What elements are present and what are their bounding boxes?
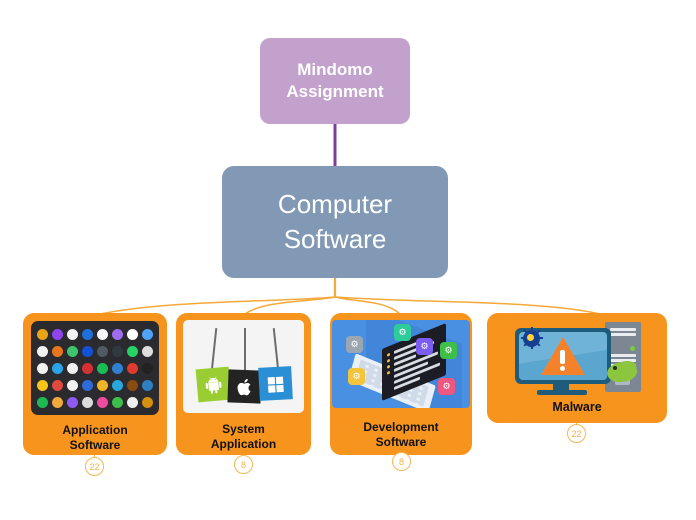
app-icon-dot — [111, 345, 123, 357]
app-icon-dot — [52, 328, 64, 340]
worm-eye — [613, 366, 617, 370]
app-icon-dot — [67, 362, 79, 374]
connector-to-system-application — [244, 296, 336, 315]
root-title-line-2: Assignment — [286, 82, 384, 101]
hanging-string — [244, 328, 246, 374]
android-logo-tile — [195, 366, 232, 403]
app-icon-dot — [141, 379, 153, 391]
app-icon-dot — [111, 379, 123, 391]
child-label-line-1: Development — [363, 420, 439, 434]
app-icon-dot — [126, 328, 138, 340]
connector-to-application-software — [99, 296, 336, 315]
app-icon-grid-image — [31, 321, 159, 415]
child-node-malware[interactable]: Malware — [487, 313, 667, 423]
app-icon-dot — [82, 379, 94, 391]
child-node-application-software[interactable]: Application Software — [23, 313, 167, 455]
app-icon-dot — [52, 345, 64, 357]
child-label-line-1: Application — [62, 423, 128, 437]
central-title-line-2: Software — [283, 224, 387, 254]
child-label-line-2: Application — [210, 437, 277, 452]
badge-malware[interactable]: 22 — [567, 424, 586, 443]
root-title-line-1: Mindomo — [297, 59, 373, 79]
windows-icon — [267, 376, 284, 393]
app-icon-dot — [126, 362, 138, 374]
laptop-code-image: ⚙ ⚙ ⚙ ⚙ ⚙ ⚙ — [332, 320, 470, 408]
app-icon-dot — [126, 396, 138, 408]
app-icon-dot — [111, 362, 123, 374]
child-label-application-software: Application Software — [23, 423, 167, 453]
app-icon-dot — [37, 362, 49, 374]
child-label-line-2: Software — [375, 435, 427, 450]
app-icon-grid — [36, 326, 154, 410]
app-icon-dot — [82, 396, 94, 408]
app-icon-dot — [37, 345, 49, 357]
app-icon-dot — [111, 396, 123, 408]
os-logo-tiles-image — [183, 320, 304, 413]
hanging-string — [210, 328, 218, 372]
app-icon-dot — [37, 379, 49, 391]
child-node-system-application[interactable]: System Application — [176, 313, 311, 455]
android-icon — [205, 376, 222, 394]
app-icon-dot — [52, 362, 64, 374]
app-icon-dot — [96, 396, 108, 408]
app-icon-dot — [52, 379, 64, 391]
gear-tile-icon: ⚙ — [348, 368, 365, 385]
gear-tile-icon: ⚙ — [416, 338, 433, 355]
central-title-line-1: Computer — [277, 189, 393, 220]
app-icon-dot — [82, 362, 94, 374]
app-icon-dot — [96, 328, 108, 340]
hanging-string — [272, 328, 280, 371]
app-icon-dot — [82, 328, 94, 340]
app-icon-dot — [37, 328, 49, 340]
child-label-development-software: Development Software — [330, 420, 472, 450]
app-icon-dot — [141, 396, 153, 408]
mindmap-canvas: Mindomo Assignment Computer Software App… — [0, 0, 696, 520]
connector-to-development-software — [334, 296, 401, 315]
warning-exclamation-dot — [560, 366, 565, 371]
child-label-system-application: System Application — [176, 422, 311, 452]
root-node[interactable]: Mindomo Assignment — [260, 38, 410, 124]
child-label-line-1: Malware — [552, 400, 602, 414]
app-icon-dot — [96, 379, 108, 391]
warning-exclamation — [560, 350, 565, 364]
app-icon-dot — [96, 362, 108, 374]
child-label-malware: Malware — [487, 400, 667, 416]
tower-power-led — [630, 346, 635, 351]
app-icon-dot — [67, 379, 79, 391]
app-icon-dot — [126, 345, 138, 357]
app-icon-dot — [96, 345, 108, 357]
app-icon-dot — [141, 328, 153, 340]
app-icon-dot — [126, 379, 138, 391]
app-icon-dot — [141, 345, 153, 357]
central-node[interactable]: Computer Software — [222, 166, 448, 278]
app-icon-dot — [141, 362, 153, 374]
badge-development-software[interactable]: 8 — [392, 452, 411, 471]
monitor-stand — [537, 390, 587, 395]
gear-tile-icon: ⚙ — [440, 342, 457, 359]
hanging-tiles-group — [183, 320, 304, 413]
app-icon-dot — [82, 345, 94, 357]
apple-icon — [237, 378, 250, 395]
gear-tile-icon: ⚙ — [346, 336, 363, 353]
app-icon-dot — [52, 396, 64, 408]
app-icon-dot — [67, 345, 79, 357]
app-icon-dot — [67, 396, 79, 408]
child-node-development-software[interactable]: ⚙ ⚙ ⚙ ⚙ ⚙ ⚙ Development Software — [330, 313, 472, 455]
badge-application-software[interactable]: 22 — [85, 457, 104, 476]
badge-system-application[interactable]: 8 — [234, 455, 253, 474]
child-label-line-1: System — [222, 422, 265, 436]
child-label-line-2: Software — [69, 438, 121, 453]
connector-to-malware — [334, 296, 601, 315]
gear-tile-icon: ⚙ — [394, 324, 411, 341]
virus-eye — [527, 334, 534, 341]
gear-tile-icon: ⚙ — [438, 378, 455, 395]
app-icon-dot — [67, 328, 79, 340]
app-icon-dot — [37, 396, 49, 408]
infected-computer-image — [497, 320, 657, 396]
app-icon-dot — [111, 328, 123, 340]
apple-logo-tile — [227, 369, 262, 404]
windows-logo-tile — [258, 366, 293, 401]
